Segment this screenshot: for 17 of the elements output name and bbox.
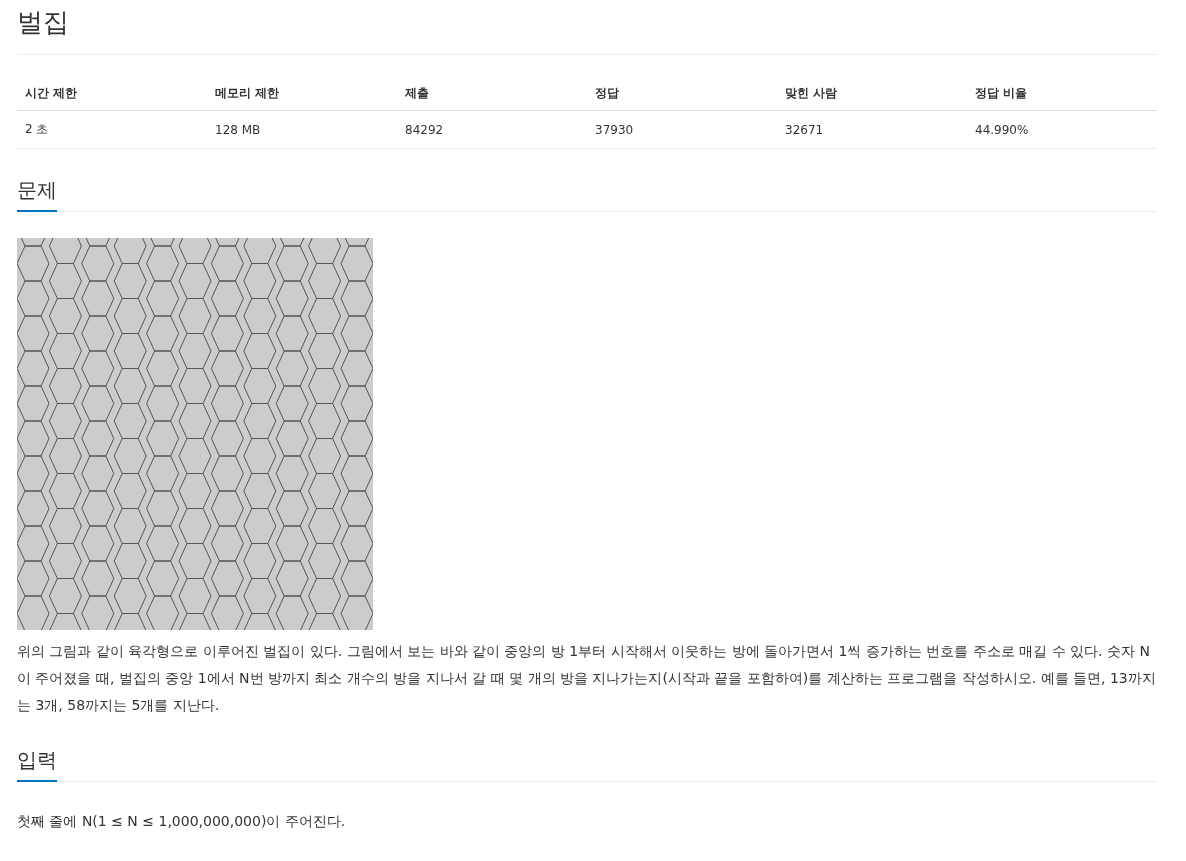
section-heading: 입력: [17, 747, 57, 782]
table-cell: 84292: [397, 110, 587, 149]
column-header: 정답: [587, 77, 777, 111]
table-cell: 2 초: [17, 110, 207, 149]
column-header: 시간 제한: [17, 77, 207, 111]
table-cell: 37930: [587, 110, 777, 149]
column-header: 제출: [397, 77, 587, 111]
table-cell: 128 MB: [207, 110, 397, 149]
table-cell: 44.990%: [967, 110, 1157, 149]
column-header: 정답 비율: [967, 77, 1157, 111]
column-header: 맞힌 사람: [777, 77, 967, 111]
table-cell: 32671: [777, 110, 967, 149]
problem-title: 벌집: [17, 0, 1157, 55]
section-heading: 문제: [17, 177, 57, 212]
column-header: 메모리 제한: [207, 77, 397, 111]
input-text: 첫째 줄에 N(1 ≤ N ≤ 1,000,000,000)이 주어진다.: [17, 812, 347, 831]
problem-text: 위의 그림과 같이 육각형으로 이루어진 벌집이 있다. 그림에서 보는 바와 같이 중앙의 방 1부터 시작해서 이웃하는 방에 돌아가면서 1씩 증가하는 번호를 주소로 매길 수 있다. 숫자 N이 주어졌을 때, 벌집의 중앙 1에서 N번 방까지 최소 개수의 방을 지나서 갈 때 몇 개의 방을 지나가는지(시작과 끝을 포함하여)를 계산하는 프로그램을 작성하시오. 예를 들면, 13까지는 3개, 58까지는 5개를 지난다.: [17, 642, 1157, 715]
